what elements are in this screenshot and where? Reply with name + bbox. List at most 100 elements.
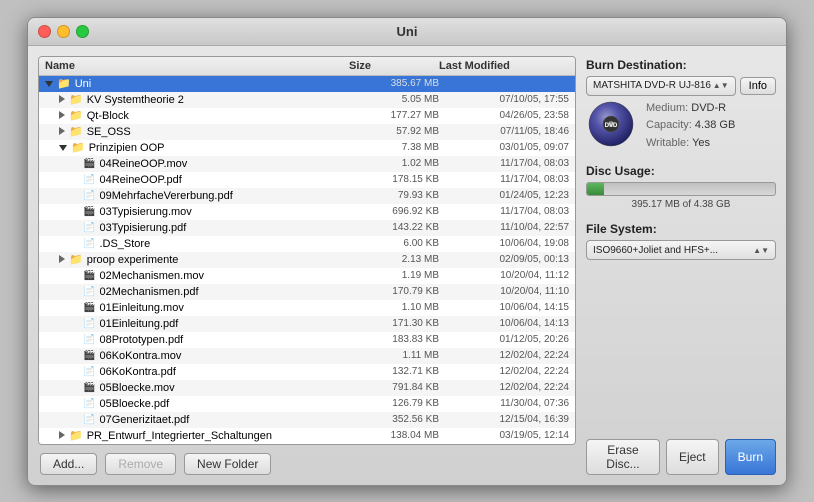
file-name-text: proop experimente bbox=[87, 254, 179, 266]
table-row[interactable]: 📄07Generizitaet.pdf352.56 KB12/15/04, 16… bbox=[39, 412, 575, 428]
table-row[interactable]: 🎬06KoKontra.mov1.11 MB12/02/04, 22:24 bbox=[39, 348, 575, 364]
device-select[interactable]: MATSHITA DVD-R UJ-816 ▲▼ bbox=[586, 76, 736, 96]
movie-icon: 🎬 bbox=[83, 382, 95, 393]
minimize-button[interactable] bbox=[57, 25, 70, 38]
folder-icon: 📁 bbox=[69, 125, 83, 138]
file-name-cell: 📄.DS_Store bbox=[45, 238, 349, 250]
file-date-cell: 02/09/05, 00:13 bbox=[439, 254, 569, 265]
disc-usage-bar bbox=[586, 182, 776, 196]
table-row[interactable]: 🎬03Typisierung.mov696.92 KB11/17/04, 08:… bbox=[39, 204, 575, 220]
file-name-cell: 📄06KoKontra.pdf bbox=[45, 366, 349, 378]
table-row[interactable]: 🎬01Einleitung.mov1.10 MB10/06/04, 14:15 bbox=[39, 300, 575, 316]
filesystem-select[interactable]: ISO9660+Joliet and HFS+... ▲▼ bbox=[586, 240, 776, 260]
table-row[interactable]: 📁Qt-Block177.27 MB04/26/05, 23:58 bbox=[39, 108, 575, 124]
table-row[interactable]: 📁Prinzipien OOP7.38 MB03/01/05, 09:07 bbox=[39, 140, 575, 156]
new-folder-button[interactable]: New Folder bbox=[184, 453, 271, 475]
disclosure-icon bbox=[59, 430, 67, 442]
file-name-cell: 📄02Mechanismen.pdf bbox=[45, 286, 349, 298]
file-date-cell: 10/20/04, 11:10 bbox=[439, 286, 569, 297]
close-button[interactable] bbox=[38, 25, 51, 38]
add-button[interactable]: Add... bbox=[40, 453, 97, 475]
pdf-icon: 📄 bbox=[83, 398, 95, 409]
file-name-cell: 🎬 03Typisierung.mov bbox=[45, 206, 349, 218]
file-date-cell: 07/11/05, 18:46 bbox=[439, 126, 569, 137]
disc-info: DVD Medium: DVD-R Capacity: 4.38 GB Writ… bbox=[586, 100, 776, 153]
table-row[interactable]: 📄08Prototypen.pdf183.83 KB01/12/05, 20:2… bbox=[39, 332, 575, 348]
file-size-cell: 126.79 KB bbox=[349, 398, 439, 409]
titlebar: Uni bbox=[28, 18, 786, 46]
remove-button[interactable]: Remove bbox=[105, 453, 176, 475]
filesystem-row: ISO9660+Joliet and HFS+... ▲▼ bbox=[586, 240, 776, 260]
file-date-cell: 01/12/05, 20:26 bbox=[439, 334, 569, 345]
disclosure-icon bbox=[73, 414, 81, 426]
file-name-text: Prinzipien OOP bbox=[89, 142, 165, 154]
table-row[interactable]: 📄05Bloecke.pdf126.79 KB11/30/04, 07:36 bbox=[39, 396, 575, 412]
disc-usage-text: 395.17 MB of 4.38 GB bbox=[586, 199, 776, 210]
table-row[interactable]: 🎬05Bloecke.mov791.84 KB12/02/04, 22:24 bbox=[39, 380, 575, 396]
movie-icon: 🎬 bbox=[83, 206, 95, 217]
file-name-text: 03Typisierung.mov bbox=[99, 206, 191, 218]
col-size[interactable]: Size bbox=[349, 60, 439, 72]
table-row[interactable]: 📄01Einleitung.pdf171.30 KB10/06/04, 14:1… bbox=[39, 316, 575, 332]
table-row[interactable]: 🎬02Mechanismen.mov1.19 MB10/20/04, 11:12 bbox=[39, 268, 575, 284]
erase-disc-button[interactable]: Erase Disc... bbox=[586, 439, 660, 475]
disclosure-icon bbox=[73, 286, 81, 298]
eject-button[interactable]: Eject bbox=[666, 439, 719, 475]
table-row[interactable]: 📄09MehrfacheVererbung.pdf79.93 KB01/24/0… bbox=[39, 188, 575, 204]
file-name-text: 02Mechanismen.pdf bbox=[99, 286, 198, 298]
file-name-text: 06KoKontra.mov bbox=[99, 350, 181, 362]
file-size-cell: 6.00 KB bbox=[349, 238, 439, 249]
capacity-value: 4.38 GB bbox=[695, 119, 735, 131]
file-name-cell: 📁PR_Entwurf_Integrierter_Schaltungen bbox=[45, 429, 349, 442]
pdf-icon: 📄 bbox=[83, 174, 95, 185]
burn-button[interactable]: Burn bbox=[725, 439, 776, 475]
file-date-cell: 11/17/04, 08:03 bbox=[439, 174, 569, 185]
pdf-icon: 📄 bbox=[83, 414, 95, 425]
table-row[interactable]: 🎬04ReineOOP.mov1.02 MB11/17/04, 08:03 bbox=[39, 156, 575, 172]
table-row[interactable]: 📁proop experimente2.13 MB02/09/05, 00:13 bbox=[39, 252, 575, 268]
folder-icon: 📁 bbox=[69, 93, 83, 106]
file-name-text: 01Einleitung.pdf bbox=[99, 318, 178, 330]
window-title: Uni bbox=[397, 24, 418, 39]
file-size-cell: 385.67 MB bbox=[349, 78, 439, 89]
file-size-cell: 1.10 MB bbox=[349, 302, 439, 313]
file-system-section: File System: ISO9660+Joliet and HFS+... … bbox=[586, 222, 776, 260]
file-name-text: PR_Entwurf_Integrierter_Schaltungen bbox=[87, 430, 272, 442]
table-row[interactable]: 📁SE_OSS57.92 MB07/11/05, 18:46 bbox=[39, 124, 575, 140]
table-row[interactable]: 📁Uni385.67 MB bbox=[39, 76, 575, 92]
table-row[interactable]: 📄06KoKontra.pdf132.71 KB12/02/04, 22:24 bbox=[39, 364, 575, 380]
table-row[interactable]: 📁KV Systemtheorie 25.05 MB07/10/05, 17:5… bbox=[39, 92, 575, 108]
disclosure-icon bbox=[73, 302, 81, 314]
movie-icon: 🎬 bbox=[83, 350, 95, 361]
table-row[interactable]: 📄02Mechanismen.pdf170.79 KB10/20/04, 11:… bbox=[39, 284, 575, 300]
file-list-body[interactable]: 📁Uni385.67 MB📁KV Systemtheorie 25.05 MB0… bbox=[39, 76, 575, 444]
file-size-cell: 1.19 MB bbox=[349, 270, 439, 281]
maximize-button[interactable] bbox=[76, 25, 89, 38]
disclosure-icon bbox=[73, 158, 81, 170]
file-size-cell: 791.84 KB bbox=[349, 382, 439, 393]
file-size-cell: 1.02 MB bbox=[349, 158, 439, 169]
file-name-text: .DS_Store bbox=[99, 238, 150, 250]
folder-icon: 📁 bbox=[71, 141, 85, 154]
file-date-cell: 11/17/04, 08:03 bbox=[439, 206, 569, 217]
file-date-cell: 03/01/05, 09:07 bbox=[439, 142, 569, 153]
folder-icon: 📁 bbox=[69, 109, 83, 122]
file-list-container[interactable]: Name Size Last Modified 📁Uni385.67 MB📁KV… bbox=[38, 56, 576, 445]
file-date-cell: 12/02/04, 22:24 bbox=[439, 366, 569, 377]
disc-usage-fill bbox=[587, 183, 604, 195]
col-name[interactable]: Name bbox=[45, 60, 349, 72]
disc-usage-title: Disc Usage: bbox=[586, 164, 776, 178]
info-button[interactable]: Info bbox=[740, 77, 776, 95]
file-size-cell: 170.79 KB bbox=[349, 286, 439, 297]
file-size-cell: 138.04 MB bbox=[349, 430, 439, 441]
file-size-cell: 79.93 KB bbox=[349, 190, 439, 201]
file-size-cell: 143.22 KB bbox=[349, 222, 439, 233]
table-row[interactable]: 📁PR_Entwurf_Integrierter_Schaltungen138.… bbox=[39, 428, 575, 444]
table-row[interactable]: 📄.DS_Store6.00 KB10/06/04, 19:08 bbox=[39, 236, 575, 252]
file-date-cell: 12/02/04, 22:24 bbox=[439, 382, 569, 393]
medium-value: DVD-R bbox=[691, 102, 726, 114]
table-row[interactable]: 📄04ReineOOP.pdf178.15 KB11/17/04, 08:03 bbox=[39, 172, 575, 188]
table-row[interactable]: 📄03Typisierung.pdf143.22 KB11/10/04, 22:… bbox=[39, 220, 575, 236]
col-modified[interactable]: Last Modified bbox=[439, 60, 569, 72]
disclosure-icon bbox=[73, 238, 81, 250]
